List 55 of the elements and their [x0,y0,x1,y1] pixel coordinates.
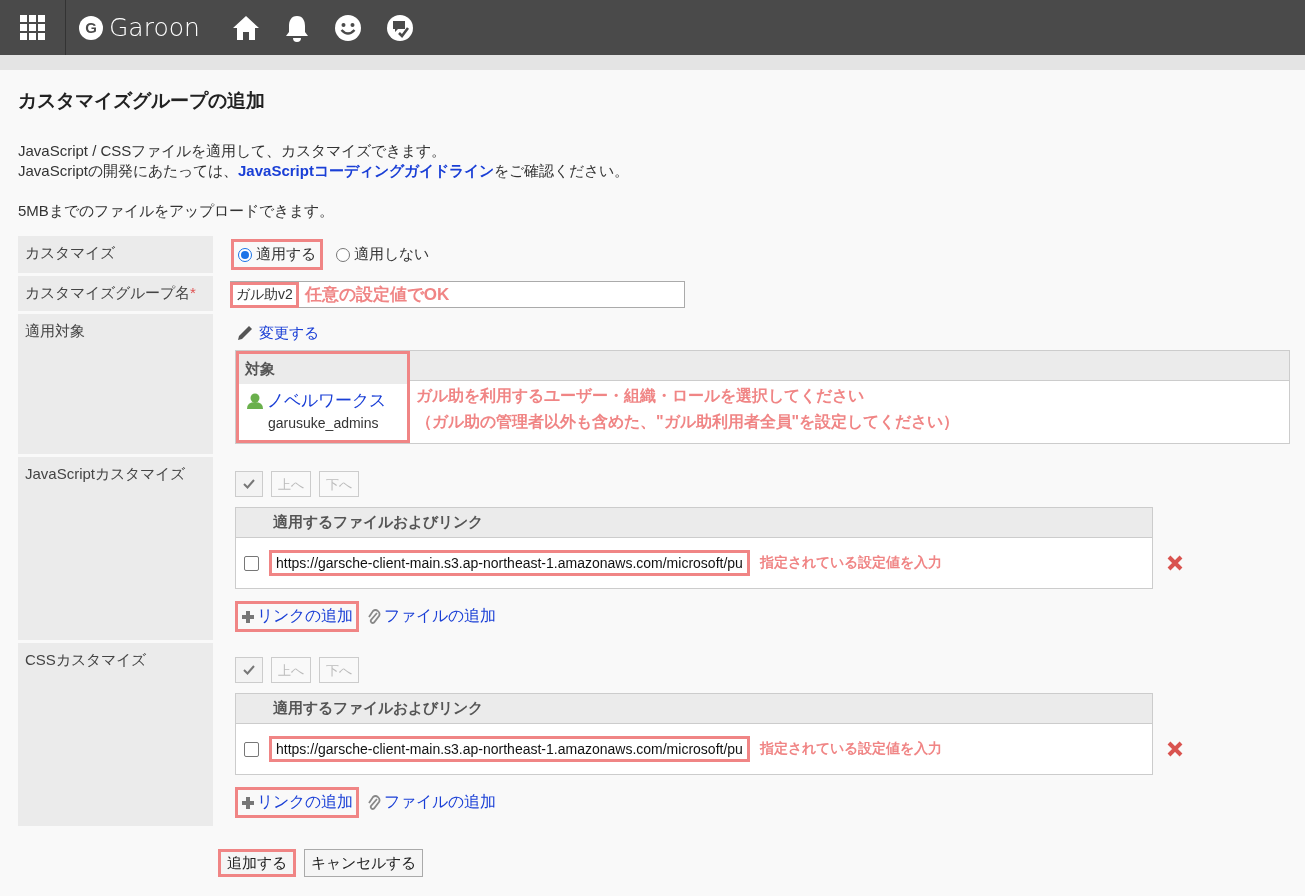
url-field[interactable]: https://garsche-client-main.s3.ap-northeast-1.amazonaws.com/microsoft/pu [269,736,750,762]
app-menu-icon[interactable] [19,14,46,41]
radio-option[interactable]: 適用しない [329,239,436,270]
check-icon [243,665,255,675]
home-icon[interactable] [231,14,260,41]
logo-mark: G [79,15,103,40]
annotation-text: 任意の設定値でOK [304,284,450,306]
plus-icon [241,795,255,810]
annotation-text: 指定されている設定値を入力 [759,554,942,572]
change-link[interactable]: 変更する [235,323,1290,343]
add-file-link[interactable]: ファイルの追加 [367,606,496,627]
field-label: JavaScriptカスタマイズ [25,465,186,482]
add-button[interactable]: 追加する [218,849,296,877]
add-link[interactable]: リンクの追加 [235,601,359,632]
select-all-button[interactable] [235,471,263,497]
intro-text: JavaScriptの開発にあたっては、JavaScriptコーディングガイドラインをご確認ください。 [18,161,630,181]
field-label: カスタマイズグループ名 [25,284,190,301]
delete-icon[interactable] [1167,741,1183,757]
annotation-text: （ガル助の管理者以外も含めた、"ガル助利用者全員"を設定してください） [416,412,961,432]
guideline-link[interactable]: JavaScriptコーディングガイドライン [238,162,494,179]
field-label: CSSカスタマイズ [25,651,146,668]
page-title: カスタマイズグループの追加 [18,89,266,113]
annotation-text: 指定されている設定値を入力 [759,740,942,758]
app-name[interactable]: Garoon [109,13,200,42]
intro-text: JavaScript / CSSファイルを適用して、カスタマイズできます。 [18,141,448,161]
field-label: カスタマイズ [25,244,115,261]
required-mark: * [190,284,196,301]
member-code: garusuke_admins [267,414,380,433]
smiley-icon[interactable] [333,13,362,42]
upload-note: 5MBまでのファイルをアップロードできます。 [18,201,335,221]
member-link[interactable]: ノベルワークス [246,390,400,412]
bell-icon[interactable] [283,13,310,42]
paperclip-icon [367,793,381,812]
cancel-button[interactable]: キャンセルする [304,849,423,877]
select-all-button[interactable] [235,657,263,683]
column-header: 適用するファイルおよびリンク [236,508,1152,538]
column-header: 対象 [239,354,407,384]
chat-check-icon[interactable] [385,13,414,42]
add-file-link[interactable]: ファイルの追加 [367,792,496,813]
url-field[interactable]: https://garsche-client-main.s3.ap-northeast-1.amazonaws.com/microsoft/pu [269,550,750,576]
field-value: ガル助v2 [230,281,299,308]
plus-icon [241,609,255,624]
name-field[interactable]: ガル助v2 任意の設定値でOK [230,281,685,308]
user-icon [246,392,264,410]
row-checkbox[interactable] [244,741,259,757]
paperclip-icon [367,607,381,626]
column-header: 適用するファイルおよびリンク [236,694,1152,724]
annotation-text: ガル助を利用するユーザー・組織・ロールを選択してください [416,386,865,406]
radio-option[interactable]: 適用する [231,239,323,270]
delete-icon[interactable] [1167,555,1183,571]
add-link[interactable]: リンクの追加 [235,787,359,818]
row-checkbox[interactable] [244,555,259,571]
pencil-icon [235,323,255,343]
check-icon [243,479,255,489]
field-label: 適用対象 [25,322,85,339]
